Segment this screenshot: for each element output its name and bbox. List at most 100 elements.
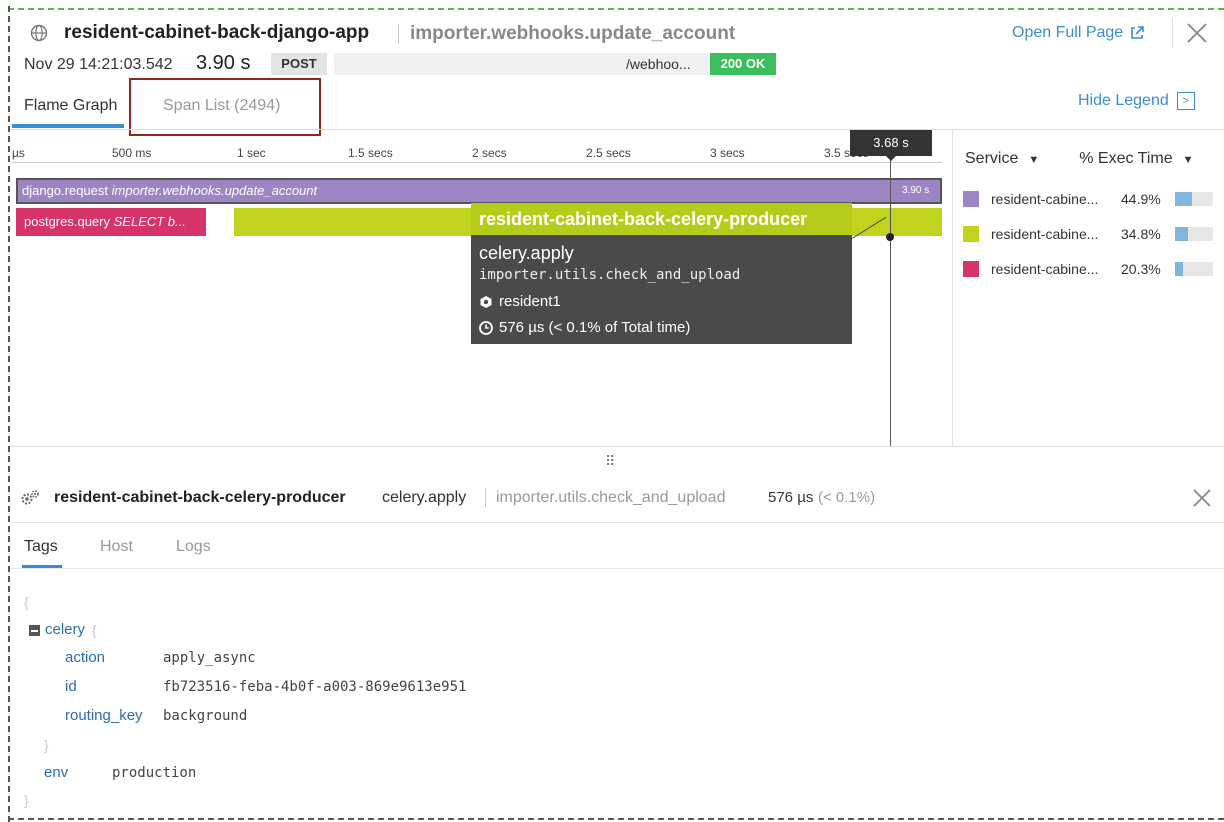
legend-header: Service ▼ % Exec Time ▼ [965,150,1194,168]
time-cursor-pointer [885,155,897,161]
timeline-tick: 3 secs [710,146,745,160]
span-bar-django-request[interactable]: django.request importer.webhooks.update_… [16,178,942,204]
header-service-name: resident-cabinet-back-django-app [64,22,370,43]
detail-separator [485,488,486,508]
time-cursor-line [890,156,891,446]
json-value-routing-key: background [163,708,248,724]
legend-minibar [1175,262,1213,276]
span-tooltip: resident-cabinet-back-celery-producer ce… [471,203,852,344]
gears-icon [21,490,39,505]
status-badge: 200 OK [710,53,776,75]
json-brace: { [24,594,29,610]
legend-minibar-fill [1175,262,1183,276]
timeline-tick: µs [12,146,25,160]
close-icon[interactable] [1190,486,1214,510]
collapse-panel-icon: > [1176,92,1195,110]
hide-legend-button[interactable]: Hide Legend > [1078,92,1195,110]
detail-duration: 576 µs [768,489,814,506]
legend-minibar-fill [1175,227,1189,241]
detail-resource: importer.utils.check_and_upload [496,489,726,506]
open-full-page-label: Open Full Page [1012,24,1124,41]
tab-host[interactable]: Host [100,538,133,556]
cursor-dot [886,233,894,241]
legend-minibar [1175,192,1213,206]
span-view: resident-cabinet-back-django-app importe… [0,0,1224,822]
tooltip-host: resident1 [479,293,561,310]
legend-service-name: resident-cabine... [991,226,1099,242]
legend-sort-exec-time[interactable]: % Exec Time ▼ [1079,150,1193,168]
open-full-page-link[interactable]: Open Full Page [1012,24,1145,42]
trace-date: Nov 29 14:21:03.542 [24,56,173,73]
detail-percent: (< 0.1%) [818,489,876,506]
host-icon [480,295,492,308]
tooltip-operation: celery.apply [479,243,574,263]
legend-minibar [1175,227,1213,241]
legend-percent: 44.9% [1121,191,1161,207]
json-brace: } [24,792,29,808]
tab-logs[interactable]: Logs [176,538,211,556]
caret-down-icon: ▼ [1028,154,1040,166]
legend-service-label: Service [965,150,1019,167]
panel-split-divider [10,446,1224,447]
timeline-tick: 2 secs [472,146,507,160]
span-duration: 3.90 s [902,185,930,196]
tooltip-time-value: 576 µs (< 0.1% of Total time) [499,319,691,336]
legend-percent: 34.8% [1121,226,1161,242]
span-op: django.request [22,183,109,198]
tooltip-resource: importer.utils.check_and_upload [479,267,741,283]
legend-swatch [963,191,979,207]
timeline-tick: 1 sec [237,146,266,160]
json-value-env: production [112,765,197,781]
annotation-highlight-box [129,78,321,136]
legend-swatch [963,261,979,277]
active-tab-indicator [12,124,124,128]
frame-top-border [8,8,1224,10]
json-key-routing-key: routing_key [65,707,143,724]
span-resource: importer.webhooks.update_account [111,183,318,198]
tab-flame-graph[interactable]: Flame Graph [24,97,117,115]
tooltip-service: resident-cabinet-back-celery-producer [471,203,852,235]
tooltip-host-name: resident1 [499,293,561,310]
timeline-tick: 1.5 secs [348,146,393,160]
detail-operation: celery.apply [382,489,467,506]
header-divider [10,129,1224,130]
header-resource-name: importer.webhooks.update_account [410,23,736,44]
request-url: /webhoo... [626,56,691,72]
span-op: postgres.query [24,214,110,229]
legend-swatch [963,226,979,242]
header-separator [398,24,399,44]
span-resource: SELECT b... [113,214,186,229]
json-value-action: apply_async [163,650,256,666]
legend-row[interactable]: resident-cabine... 34.8% [963,224,1213,244]
legend-minibar-fill [1175,192,1193,206]
span-bar-postgres-query[interactable]: postgres.query SELECT b... [16,208,206,236]
detail-divider [10,522,1224,523]
json-key-action: action [65,649,106,666]
close-icon[interactable] [1184,20,1210,46]
clock-icon [479,320,493,335]
json-key-celery: celery [45,621,86,638]
hide-legend-label: Hide Legend [1078,92,1169,109]
timeline-tick: 500 ms [112,146,152,160]
legend-sort-service[interactable]: Service ▼ [965,150,1039,168]
legend-service-name: resident-cabine... [991,261,1099,277]
json-brace: { [92,622,97,638]
frame-bottom-border [8,818,1224,820]
legend-percent: 20.3% [1121,261,1161,277]
collapse-toggle-icon[interactable] [29,625,40,636]
legend-row[interactable]: resident-cabine... 44.9% [963,189,1213,209]
json-brace: } [44,737,49,753]
resize-grip-icon[interactable]: ⠿ [605,453,616,470]
timeline-tick: 2.5 secs [586,146,631,160]
legend-row[interactable]: resident-cabine... 20.3% [963,259,1213,279]
http-method-badge: POST [271,53,327,75]
globe-icon [30,24,48,42]
caret-down-icon: ▼ [1182,154,1194,166]
tab-tags[interactable]: Tags [24,538,58,556]
header-vertical-separator [1172,18,1173,48]
json-key-id: id [65,678,77,695]
time-cursor-label: 3.68 s [850,130,932,156]
legend-service-name: resident-cabine... [991,191,1099,207]
detail-service-name: resident-cabinet-back-celery-producer [54,489,346,506]
timeline-axis [12,162,942,163]
